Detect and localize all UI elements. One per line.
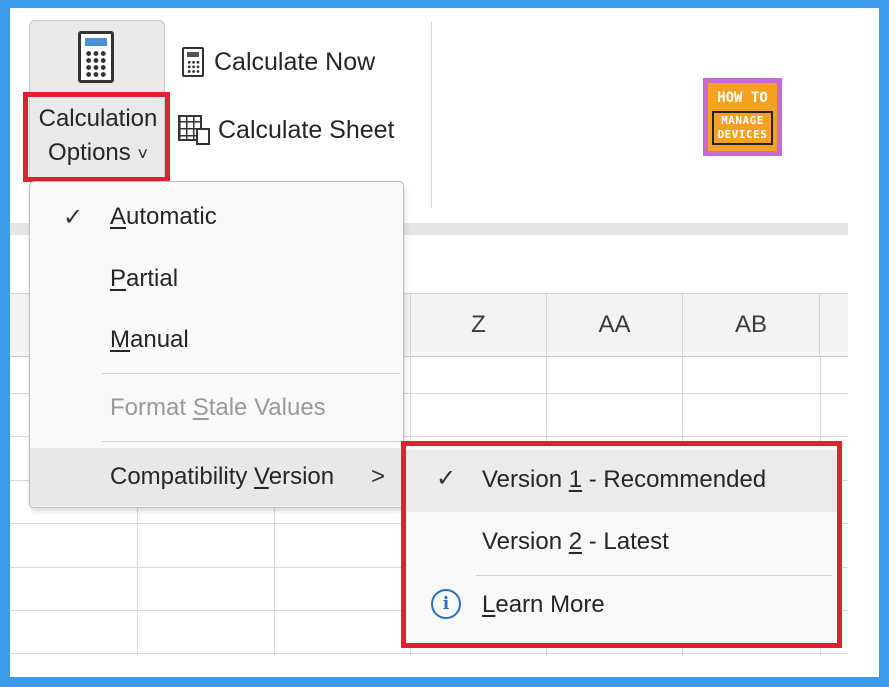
calculator-small-icon [182,47,204,77]
calculation-options-label-line2: Options ˅ [48,139,148,166]
calculator-icon [78,31,114,83]
checkmark-icon: ✓ [63,203,84,231]
submenu-item-version-2[interactable]: Version 2 - Latest [406,512,837,574]
menu-item-format-stale-values: Format Stale Values [110,394,326,421]
submenu-separator [476,575,832,576]
calculation-options-menu: ✓ Automatic Partial Manual Format Stale … [29,181,404,508]
menu-separator [102,373,400,374]
calculate-now-button[interactable]: Calculate Now [182,42,375,82]
menu-separator [102,441,400,442]
checkmark-icon: ✓ [436,465,457,492]
menu-item-manual[interactable]: Manual [30,312,403,368]
ribbon-separator [431,22,432,208]
calculation-options-label-line1: Calculation [38,105,158,132]
calculate-sheet-button[interactable]: Calculate Sheet [178,110,395,150]
chevron-down-icon: ˅ [137,144,148,164]
grid-line [10,653,848,654]
calculate-now-label: Calculate Now [214,47,376,76]
excel-window: Calculation Options ˅ Calculate Now Calc… [10,8,879,677]
submenu-item-version-1[interactable]: ✓ Version 1 - Recommended [406,450,837,512]
column-header-aa[interactable]: AA [546,294,682,356]
calculate-sheet-label: Calculate Sheet [218,115,395,144]
menu-item-automatic[interactable]: ✓ Automatic [30,189,403,245]
column-header-z[interactable]: Z [410,294,546,356]
menu-item-compatibility-version[interactable]: Compatibility Version > [30,448,403,506]
chevron-right-icon: > [371,463,386,490]
how-to-manage-devices-logo: HOW TO MANAGE DEVICES [703,78,782,156]
learn-more-label[interactable]: Learn More [482,591,605,619]
info-icon: i [431,589,461,619]
compatibility-version-submenu: ✓ Version 1 - Recommended Version 2 - La… [401,441,842,648]
sheet-calculator-icon [178,115,210,145]
column-header-ab[interactable]: AB [682,294,820,356]
calculation-options-button[interactable]: Calculation Options ˅ [29,20,165,184]
menu-item-partial[interactable]: Partial [30,251,403,307]
